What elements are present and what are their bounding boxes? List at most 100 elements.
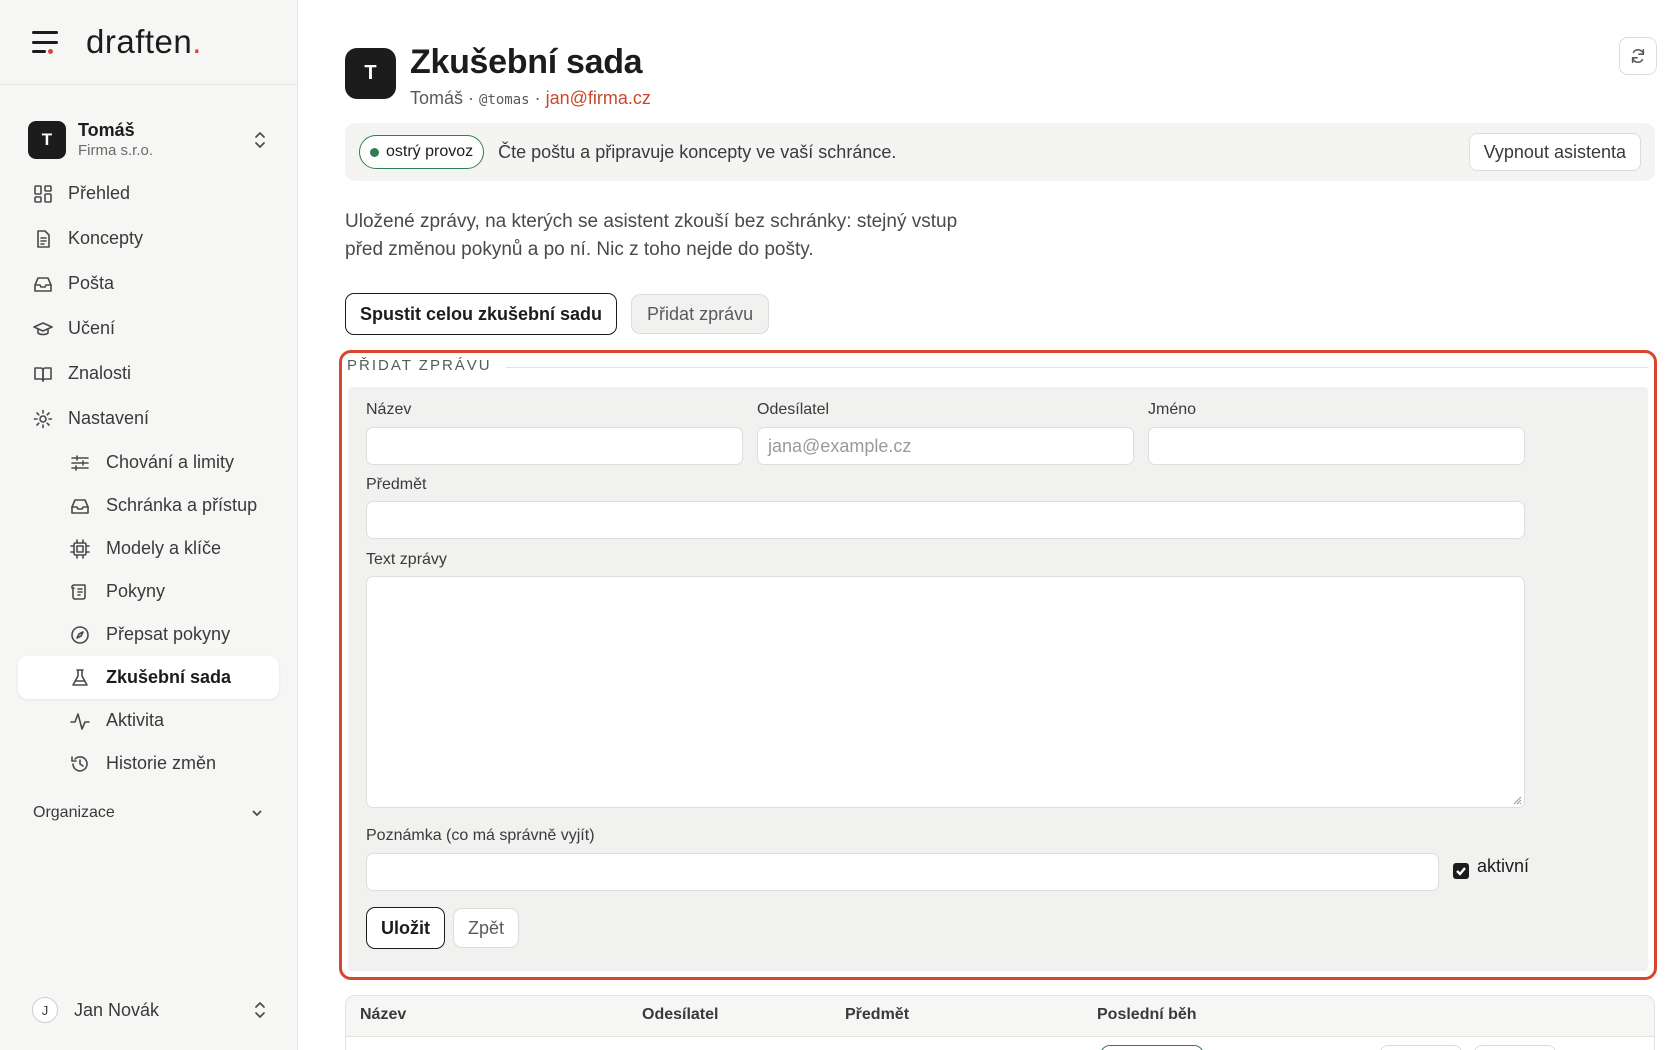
organization-label: Organizace xyxy=(33,804,115,821)
subject-label: Předmět xyxy=(366,476,427,493)
nav-sub-historie[interactable]: Historie změn xyxy=(18,742,279,785)
nav-sub-label: Aktivita xyxy=(106,710,165,730)
chip-icon xyxy=(70,538,90,559)
nav-item-uceni[interactable]: Učení xyxy=(0,306,297,351)
column-header-sender: Odesílatel xyxy=(642,1006,719,1023)
name-input[interactable] xyxy=(366,427,743,465)
nav-item-koncepty[interactable]: Koncepty xyxy=(0,216,297,261)
refresh-button[interactable] xyxy=(1619,37,1657,75)
chevron-down-icon xyxy=(252,810,262,817)
person-name-input[interactable] xyxy=(1148,427,1525,465)
disable-assistant-button[interactable]: Vypnout asistenta xyxy=(1468,133,1641,171)
status-badge-label: ostrý provoz xyxy=(386,143,474,160)
user-name: Jan Novák xyxy=(74,999,160,1020)
nav-sub-label: Schránka a přístup xyxy=(106,495,258,515)
action-buttons: Spustit celou zkušební sadu Přidat zpráv… xyxy=(345,293,770,335)
page-title: Zkušební sada xyxy=(410,43,643,81)
note-input[interactable] xyxy=(366,853,1439,891)
nav-item-label: Přehled xyxy=(68,183,131,203)
active-toggle[interactable]: aktivní xyxy=(1453,853,1529,879)
main-content: T Zkušební sada Tomáš · @tomas · jan@fir… xyxy=(298,0,1680,1050)
chevron-up-down-icon xyxy=(255,1002,265,1018)
assistant-status-bar: ostrý provoz Čte poštu a připravuje konc… xyxy=(345,123,1655,181)
sidebar: draften. T Tomáš Firma s.r.o. Přehled Ko… xyxy=(0,0,298,1050)
check-icon xyxy=(1456,867,1466,876)
nav-sub-pokyny[interactable]: Pokyny xyxy=(18,570,279,613)
nav-sub-label: Historie změn xyxy=(106,753,217,773)
menu-icon[interactable] xyxy=(32,31,60,54)
active-label: aktivní xyxy=(1477,855,1530,876)
page-subtitle: Tomáš · @tomas · jan@firma.cz xyxy=(410,88,651,108)
nav-item-prehled[interactable]: Přehled xyxy=(0,171,297,216)
account-avatar: T xyxy=(28,121,66,159)
run-all-button[interactable]: Spustit celou zkušební sadu xyxy=(345,293,618,335)
page-description: Uložené zprávy, na kterých se asistent z… xyxy=(345,211,958,260)
nav-sub-schranka[interactable]: Schránka a přístup xyxy=(18,484,279,527)
legend-divider xyxy=(492,367,1648,368)
status-text: Čte poštu a připravuje koncepty ve vaší … xyxy=(498,141,897,162)
gear-icon xyxy=(33,409,53,428)
nav-item-posta[interactable]: Pošta xyxy=(0,261,297,306)
note-label: Poznámka (co má správně vyjít) xyxy=(366,827,595,844)
status-badge: ostrý provoz xyxy=(359,135,485,169)
subject-input[interactable] xyxy=(366,501,1525,539)
column-header-name: Název xyxy=(360,1006,407,1023)
save-button[interactable]: Uložit xyxy=(366,907,445,949)
nav-sub-prepsat[interactable]: Přepsat pokyny xyxy=(18,613,279,656)
active-checkbox[interactable] xyxy=(1453,863,1469,879)
nav-sub-label: Přepsat pokyny xyxy=(106,624,231,644)
nav-item-label: Znalosti xyxy=(68,363,132,383)
owner-email[interactable]: jan@firma.cz xyxy=(546,88,651,108)
account-switcher[interactable]: T Tomáš Firma s.r.o. xyxy=(0,115,297,165)
row-action-button[interactable] xyxy=(1380,1045,1462,1050)
nav-sub-label: Modely a klíče xyxy=(106,538,222,558)
inbox-icon xyxy=(34,276,52,292)
user-avatar: J xyxy=(32,997,58,1023)
resize-handle-icon[interactable] xyxy=(1512,795,1522,805)
form-legend: PŘIDAT ZPRÁVU xyxy=(347,357,506,374)
owner-name: Tomáš xyxy=(410,88,464,108)
nav-sub-zkusebni-sada[interactable]: Zkušební sada xyxy=(18,656,279,699)
nav-sub-label: Zkušební sada xyxy=(106,667,232,687)
body-textarea[interactable] xyxy=(366,576,1525,808)
add-message-form: PŘIDAT ZPRÁVU Název Odesílatel jana@exam… xyxy=(339,350,1657,980)
refresh-icon xyxy=(1631,48,1645,64)
owner-handle: @tomas xyxy=(479,92,530,108)
status-dot xyxy=(370,147,379,157)
body-label: Text zprávy xyxy=(366,551,447,568)
account-org: Firma s.r.o. xyxy=(78,142,154,159)
graduation-cap-icon xyxy=(33,321,53,335)
compass-icon xyxy=(71,625,89,644)
user-menu[interactable]: J Jan Novák xyxy=(32,990,269,1030)
table-body xyxy=(346,1037,1654,1050)
nav-item-nastaveni[interactable]: Nastavení xyxy=(0,396,297,441)
nav-sub-aktivita[interactable]: Aktivita xyxy=(18,699,279,742)
sliders-icon xyxy=(71,454,89,471)
nav-sub-chovani[interactable]: Chování a limity xyxy=(18,441,279,484)
scroll-icon xyxy=(71,583,86,600)
account-name: Tomáš xyxy=(78,120,135,140)
chevron-up-down-icon xyxy=(255,132,265,148)
inbox-icon xyxy=(71,498,89,514)
nav-item-label: Učení xyxy=(68,318,116,338)
column-header-subject: Předmět xyxy=(845,1006,910,1023)
nav-sub-modely[interactable]: Modely a klíče xyxy=(18,527,279,570)
back-button[interactable]: Zpět xyxy=(453,908,520,948)
messages-table: Název Odesílatel Předmět Poslední běh xyxy=(345,995,1655,1050)
activity-icon xyxy=(70,712,90,730)
column-header-last-run: Poslední běh xyxy=(1097,1006,1197,1023)
row-action-button[interactable] xyxy=(1474,1045,1556,1050)
flask-icon xyxy=(72,668,88,686)
nav-item-znalosti[interactable]: Znalosti xyxy=(0,351,297,396)
form-body: Název Odesílatel jana@example.cz Jméno P… xyxy=(348,387,1648,971)
grid-icon xyxy=(34,184,52,203)
add-message-button[interactable]: Přidat zprávu xyxy=(631,294,770,334)
nav-item-label: Pošta xyxy=(68,273,115,293)
person-name-label: Jméno xyxy=(1148,401,1197,418)
nav-sub-label: Pokyny xyxy=(106,581,166,601)
sender-input[interactable]: jana@example.cz xyxy=(757,427,1134,465)
organization-section[interactable]: Organizace xyxy=(0,793,297,833)
page-header: T Zkušební sada Tomáš · @tomas · jan@fir… xyxy=(345,42,651,109)
page-avatar: T xyxy=(345,48,396,99)
book-icon xyxy=(34,366,52,382)
